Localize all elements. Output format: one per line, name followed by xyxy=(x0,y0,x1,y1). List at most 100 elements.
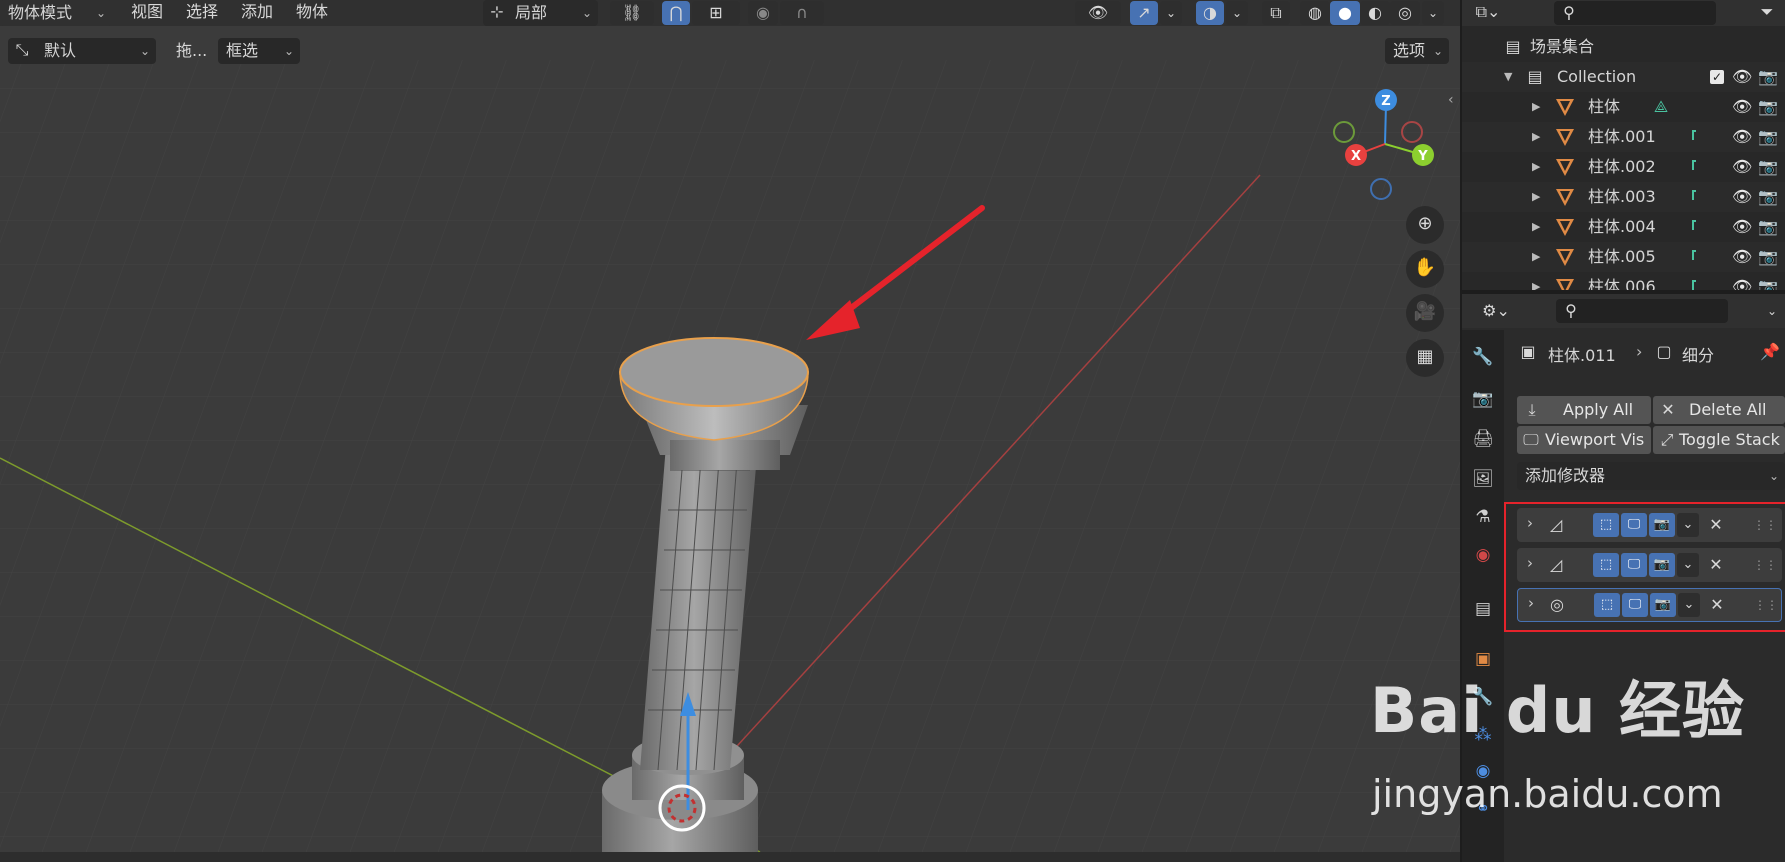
gizmo-dropdown[interactable]: ⌄ xyxy=(1160,1,1182,25)
collection-row[interactable]: ▼ ▤ Collection ✓ 👁 📷 xyxy=(1462,62,1785,92)
expand-triangle-icon[interactable]: ▶ xyxy=(1532,212,1540,242)
outliner-object-row[interactable]: ▶ 柱体.002 👁 📷 xyxy=(1462,152,1785,182)
shading-material[interactable]: ◐ xyxy=(1360,1,1390,25)
overlays-toggle[interactable]: ◑ xyxy=(1196,1,1224,25)
shading-solid[interactable]: ● xyxy=(1330,1,1360,25)
zoom-button[interactable]: ⊕ xyxy=(1406,206,1444,244)
scene-tab-icon[interactable]: ⚗ xyxy=(1472,506,1494,528)
gizmo-toggle[interactable]: ↗ xyxy=(1130,1,1158,25)
camera-icon[interactable]: 📷 xyxy=(1758,212,1778,242)
chevron-left-icon[interactable]: ‹ xyxy=(1448,92,1454,108)
eye-icon[interactable]: 👁 xyxy=(1732,242,1752,272)
chevron-down-icon[interactable]: ⌄ xyxy=(1762,299,1782,323)
shading-wireframe[interactable]: ◍ xyxy=(1300,1,1330,25)
edit-mode-toggle-icon[interactable]: ⬚ xyxy=(1594,593,1620,617)
editor-type-icon[interactable]: ⚙⌄ xyxy=(1476,299,1516,323)
properties-search-input[interactable]: ⚲ xyxy=(1556,299,1728,323)
edit-mode-toggle-icon[interactable]: ⬚ xyxy=(1593,553,1619,577)
close-icon[interactable]: ✕ xyxy=(1705,513,1727,537)
camera-icon[interactable]: 📷 xyxy=(1758,182,1778,212)
chevron-right-icon[interactable]: › xyxy=(1528,594,1534,612)
shading-dropdown[interactable]: ⌄ xyxy=(1422,1,1444,25)
outliner-object-row[interactable]: ▶ 柱体.005 👁 📷 xyxy=(1462,242,1785,272)
render-toggle-icon[interactable]: 📷 xyxy=(1650,593,1676,617)
viewport-toggle-icon[interactable]: 🖵 xyxy=(1621,513,1647,537)
viewport-toggle-icon[interactable]: 🖵 xyxy=(1622,593,1648,617)
camera-icon[interactable]: 📷 xyxy=(1758,122,1778,152)
snap-toggle[interactable]: ⋂ xyxy=(662,1,690,25)
expand-triangle-icon[interactable]: ▶ xyxy=(1532,242,1540,272)
camera-icon[interactable]: 📷 xyxy=(1758,92,1778,122)
camera-icon[interactable]: 📷 xyxy=(1758,152,1778,182)
drag-handle-icon[interactable]: ⋮⋮ xyxy=(1754,593,1778,617)
eye-icon[interactable]: 👁 xyxy=(1732,212,1752,242)
collection-tab-icon[interactable]: ▤ xyxy=(1472,598,1494,620)
modifier-panel-2[interactable]: › ◿ ⬚ 🖵 📷 ⌄ ✕ ⋮⋮ xyxy=(1517,548,1782,582)
chevron-down-icon[interactable]: ⌄ xyxy=(1677,553,1699,577)
pan-button[interactable]: ✋ xyxy=(1406,250,1444,288)
falloff-button[interactable]: ∩ xyxy=(780,1,824,25)
expand-triangle-icon[interactable]: ▶ xyxy=(1532,122,1540,152)
3d-viewport[interactable]: 物体模式 ⌄ 视图 选择 添加 物体 ⊹ 局部 ⌄ ⛓ ⋂ ⊞ ◉ ∩ 👁 ↗ ⌄… xyxy=(0,0,1460,862)
output-tab-icon[interactable]: 🖨 xyxy=(1472,428,1494,450)
camera-icon[interactable]: 📷 xyxy=(1758,272,1778,290)
expand-triangle-icon[interactable]: ▶ xyxy=(1532,152,1540,182)
outliner-display-mode-icon[interactable]: ⧉⌄ xyxy=(1470,0,1506,24)
chevron-right-icon[interactable]: › xyxy=(1527,554,1533,572)
viewport-vis-button[interactable]: 🖵 Viewport Vis xyxy=(1517,426,1651,454)
mode-dropdown[interactable]: 物体模式 ⌄ xyxy=(0,0,112,26)
outliner-object-row[interactable]: ▶ 柱体.003 👁 📷 xyxy=(1462,182,1785,212)
snap-target-button[interactable]: ⊞ xyxy=(692,1,740,25)
options-dropdown[interactable]: 选项 ⌄ xyxy=(1385,38,1449,64)
expand-triangle-icon[interactable]: ▼ xyxy=(1504,62,1512,92)
camera-view-button[interactable]: 🎥 xyxy=(1406,294,1444,332)
chevron-right-icon[interactable]: › xyxy=(1527,514,1533,532)
pivot-point-button[interactable]: ⛓ xyxy=(610,1,654,25)
navigation-gizmo[interactable]: Z Y X xyxy=(1320,84,1440,204)
menu-object[interactable]: 物体 xyxy=(296,0,328,24)
eye-icon[interactable]: 👁 xyxy=(1732,122,1752,152)
view-layer-tab-icon[interactable]: 🖼 xyxy=(1472,468,1494,490)
chevron-down-icon[interactable]: ⌄ xyxy=(1677,513,1699,537)
menu-add[interactable]: 添加 xyxy=(241,0,273,24)
eye-icon[interactable]: 👁 xyxy=(1732,182,1752,212)
outliner-object-row[interactable]: ▶ 柱体.004 👁 📷 xyxy=(1462,212,1785,242)
drag-handle-icon[interactable]: ⋮⋮ xyxy=(1753,553,1777,577)
viewport-toggle-icon[interactable]: 🖵 xyxy=(1621,553,1647,577)
perspective-toggle-button[interactable]: ▦ xyxy=(1406,339,1444,377)
add-modifier-dropdown[interactable]: 添加修改器 ⌄ xyxy=(1517,462,1785,490)
modifier-panel-1[interactable]: › ◿ ⬚ 🖵 📷 ⌄ ✕ ⋮⋮ xyxy=(1517,508,1782,542)
menu-select[interactable]: 选择 xyxy=(186,0,218,24)
pin-icon[interactable]: 📌 xyxy=(1760,340,1780,364)
shading-rendered[interactable]: ◎ xyxy=(1390,1,1420,25)
chevron-down-icon[interactable]: ⌄ xyxy=(1678,593,1700,617)
expand-triangle-icon[interactable]: ▶ xyxy=(1532,92,1540,122)
apply-all-button[interactable]: ⤓ Apply All xyxy=(1517,396,1651,424)
eye-icon[interactable]: 👁 xyxy=(1732,92,1752,122)
drag-handle-icon[interactable]: ⋮⋮ xyxy=(1753,513,1777,537)
expand-triangle-icon[interactable]: ▶ xyxy=(1532,272,1540,290)
tool-tab-icon[interactable]: 🔧 xyxy=(1472,346,1494,368)
camera-icon[interactable]: 📷 xyxy=(1758,242,1778,272)
visibility-button[interactable]: 👁 xyxy=(1075,1,1121,25)
toggle-stack-button[interactable]: ⤢ Toggle Stack xyxy=(1653,426,1785,454)
eye-icon[interactable]: 👁 xyxy=(1732,272,1752,290)
outliner-object-row[interactable]: ▶ 柱体.006 👁 📷 xyxy=(1462,272,1785,290)
orientation-default-dropdown[interactable]: ⤡ 默认 ⌄ xyxy=(8,38,156,64)
menu-view[interactable]: 视图 xyxy=(131,0,163,24)
delete-all-button[interactable]: ✕ Delete All xyxy=(1653,396,1785,424)
eye-icon[interactable]: 👁 xyxy=(1732,62,1752,92)
edit-mode-toggle-icon[interactable]: ⬚ xyxy=(1593,513,1619,537)
modifier-panel-3[interactable]: › ◎ ⬚ 🖵 📷 ⌄ ✕ ⋮⋮ xyxy=(1517,588,1782,622)
outliner-search-input[interactable]: ⚲ xyxy=(1554,1,1716,25)
checkbox-icon[interactable]: ✓ xyxy=(1710,70,1724,84)
overlays-dropdown[interactable]: ⌄ xyxy=(1226,1,1248,25)
expand-triangle-icon[interactable]: ▶ xyxy=(1532,182,1540,212)
xray-toggle[interactable]: ⧉ xyxy=(1262,1,1290,25)
scene-collection-row[interactable]: ▤ 场景集合 xyxy=(1462,32,1785,62)
camera-icon[interactable]: 📷 xyxy=(1758,62,1778,92)
render-toggle-icon[interactable]: 📷 xyxy=(1649,513,1675,537)
render-toggle-icon[interactable]: 📷 xyxy=(1649,553,1675,577)
outliner-object-row[interactable]: ▶ 柱体.001 👁 📷 xyxy=(1462,122,1785,152)
close-icon[interactable]: ✕ xyxy=(1706,593,1728,617)
